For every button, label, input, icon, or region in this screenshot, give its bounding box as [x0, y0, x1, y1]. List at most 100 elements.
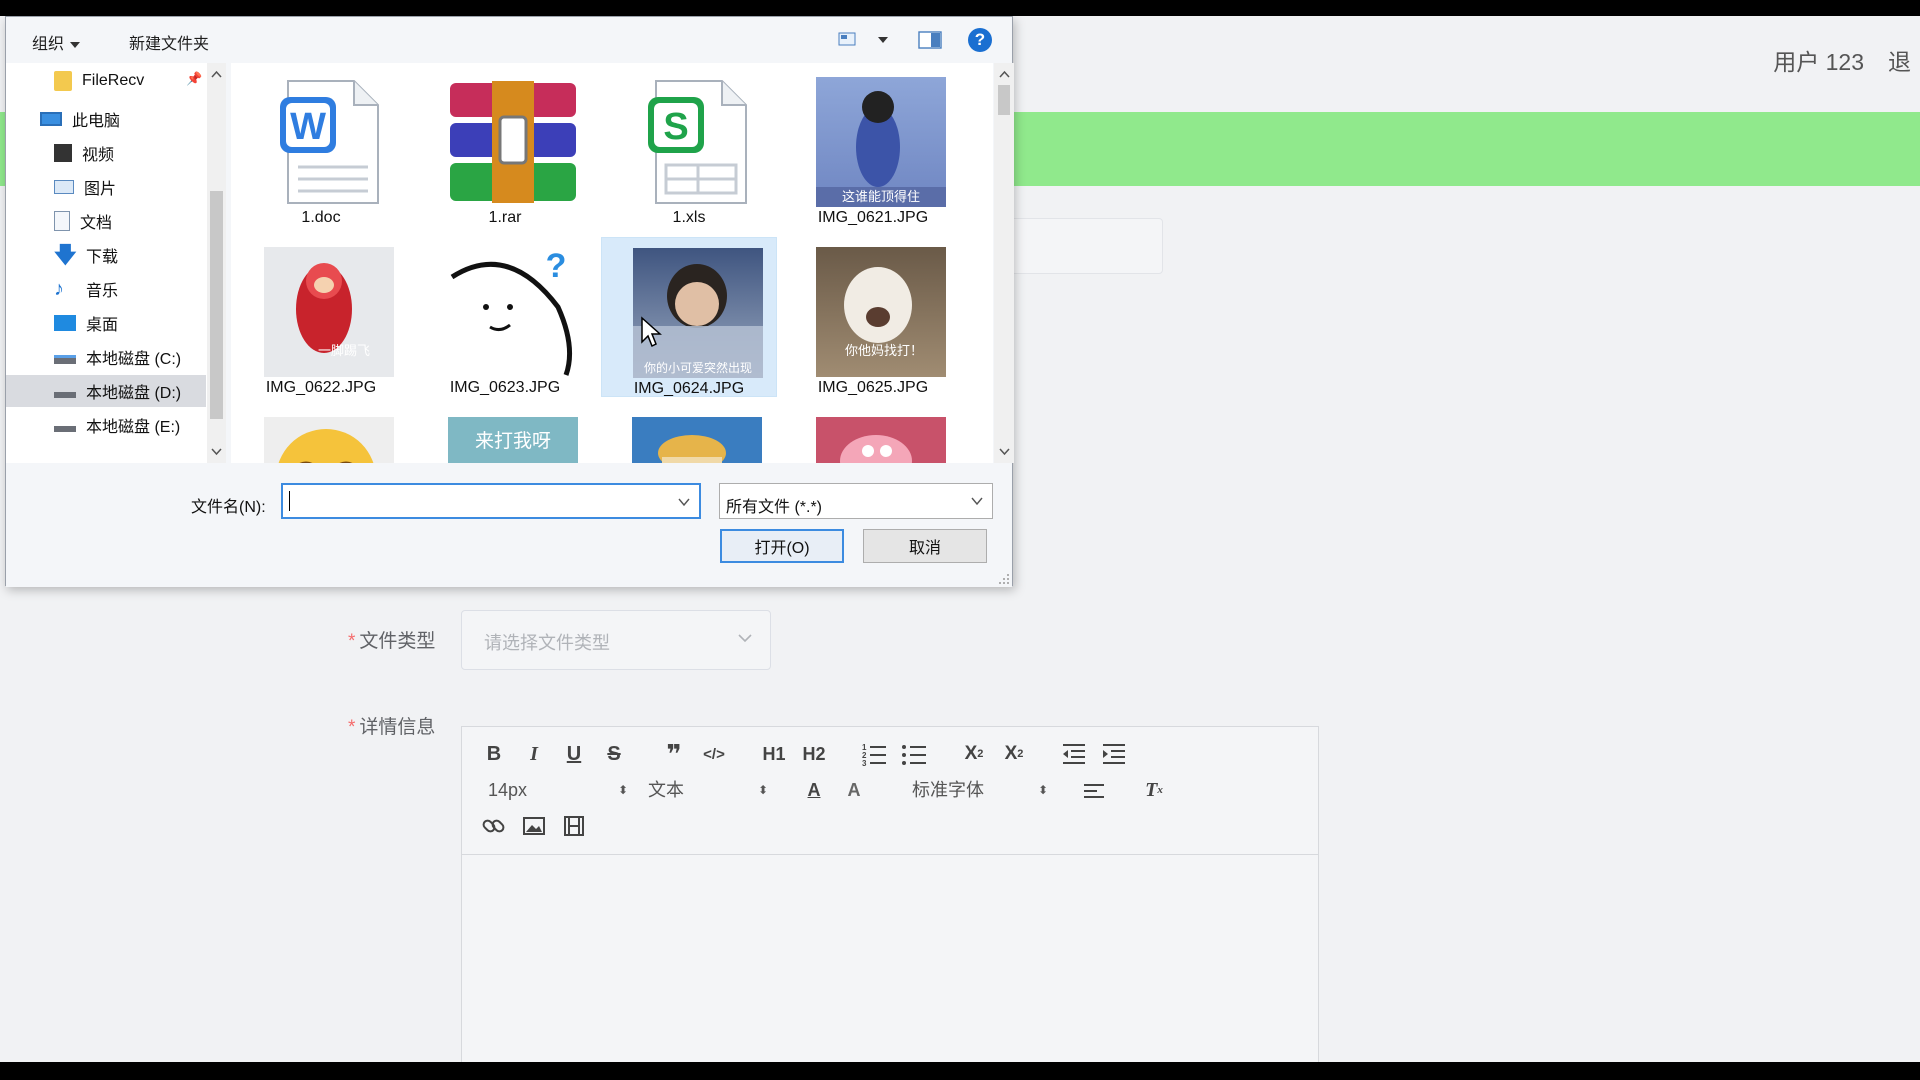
file-type-label: * 文件类型 — [348, 631, 436, 652]
file-name: 1.xls — [672, 209, 706, 226]
block-format-select[interactable]: 文本 ⬍ — [648, 775, 768, 805]
nav-item-videos[interactable]: 视频 — [6, 137, 206, 169]
indent-icon[interactable] — [1099, 739, 1129, 769]
image-thumbnail: 你的小可爱突然出现 — [633, 248, 763, 378]
nav-item-drive-c[interactable]: 本地磁盘 (C:) — [6, 341, 206, 373]
scroll-up-icon[interactable] — [210, 69, 223, 79]
file-item-selected[interactable]: 你的小可爱突然出现 IMG_0624.JPG — [601, 237, 777, 397]
file-item[interactable]: W 1.doc — [233, 67, 409, 227]
nav-item-drive-e[interactable]: 本地磁盘 (E:) — [6, 409, 206, 441]
open-button[interactable]: 打开(O) — [720, 529, 844, 563]
file-type-select[interactable]: 请选择文件类型 — [461, 610, 771, 670]
file-item[interactable] — [601, 407, 777, 463]
image-thumbnail: 你他妈找打！ — [816, 247, 946, 377]
chevron-down-icon — [738, 634, 752, 643]
files-scroll-thumb[interactable] — [998, 85, 1010, 115]
user-name[interactable]: 用户 123 — [1773, 43, 1864, 77]
pin-icon[interactable]: 📌 — [186, 71, 202, 87]
filetype-select[interactable]: 所有文件 (*.*) — [719, 483, 993, 519]
heading1-button[interactable]: H1 — [759, 739, 789, 769]
file-name: IMG_0621.JPG — [817, 209, 929, 226]
file-item[interactable] — [785, 407, 961, 463]
editor-content[interactable]: 专业能说优做 — [814, 1047, 1150, 1062]
rich-text-editor[interactable]: B I U S ❞ </> H1 H2 123 X2 X2 14px ⬍ 文本 ⬍ … — [461, 726, 1319, 1062]
organize-menu[interactable]: 组织 — [32, 30, 81, 54]
image-thumbnail: 来打我呀 — [448, 417, 578, 463]
file-item[interactable]: 1.rar — [417, 67, 593, 227]
font-family-select[interactable]: 标准字体 ⬍ — [912, 775, 1052, 805]
nav-scrollbar[interactable] — [207, 63, 226, 463]
detail-label: * 详情信息 — [348, 717, 436, 738]
subscript-button[interactable]: X2 — [959, 739, 989, 769]
blockquote-icon[interactable]: ❞ — [659, 739, 689, 769]
svg-text:这谁能顶得住: 这谁能顶得住 — [842, 189, 920, 205]
file-item[interactable]: ? IMG_0623.JPG — [417, 237, 593, 397]
nav-item-pictures[interactable]: 图片 — [6, 171, 206, 203]
file-item[interactable]: S 1.xls — [601, 67, 777, 227]
clear-format-button[interactable]: Tx — [1139, 775, 1169, 805]
title-input[interactable] — [1000, 218, 1163, 274]
cancel-button[interactable]: 取消 — [863, 529, 987, 563]
drive-icon — [54, 350, 76, 364]
help-icon[interactable]: ? — [968, 28, 992, 52]
resize-grip-icon[interactable] — [998, 573, 1010, 585]
nav-item-drive-d[interactable]: 本地磁盘 (D:) — [6, 375, 206, 407]
font-size-select[interactable]: 14px ⬍ — [488, 775, 628, 805]
rar-archive-icon — [448, 77, 578, 207]
dialog-bottom-bar: 文件名(N): 所有文件 (*.*) 打开(O) 取消 — [6, 463, 1012, 587]
chevron-down-icon — [971, 497, 983, 506]
bold-button[interactable]: B — [479, 739, 509, 769]
video-icon[interactable] — [559, 811, 589, 841]
excel-file-icon: S — [632, 77, 762, 207]
image-thumbnail: ? — [448, 247, 578, 377]
outdent-icon[interactable] — [1059, 739, 1089, 769]
logout-link[interactable]: 退 — [1888, 43, 1920, 77]
file-open-dialog: 组织 新建文件夹 ? FileRecv 📌 此电脑 视频 图片 文档 🡇 下载 … — [5, 16, 1014, 587]
superscript-button[interactable]: X2 — [999, 739, 1029, 769]
italic-button[interactable]: I — [519, 739, 549, 769]
video-icon — [54, 144, 72, 162]
svg-text:?: ? — [546, 247, 567, 285]
pictures-icon — [54, 180, 74, 194]
underline-button[interactable]: U — [559, 739, 589, 769]
view-dropdown-icon[interactable] — [878, 37, 888, 43]
bullet-list-icon[interactable] — [899, 739, 929, 769]
new-folder-button[interactable]: 新建文件夹 — [129, 30, 209, 54]
code-icon[interactable]: </> — [699, 739, 729, 769]
scroll-down-icon[interactable] — [210, 447, 223, 457]
text-cursor — [289, 491, 290, 511]
image-icon[interactable] — [519, 811, 549, 841]
nav-scroll-thumb[interactable] — [210, 191, 223, 419]
image-thumbnail — [632, 417, 762, 463]
music-icon: ♪ — [54, 278, 64, 300]
files-scrollbar[interactable] — [994, 63, 1014, 463]
nav-item-filerecv[interactable]: FileRecv 📌 — [6, 65, 206, 97]
link-icon[interactable] — [479, 811, 509, 841]
nav-item-music[interactable]: ♪ 音乐 — [6, 273, 206, 305]
ordered-list-icon[interactable]: 123 — [859, 739, 889, 769]
file-item[interactable]: 这谁能顶得住 IMG_0621.JPG — [785, 67, 961, 227]
view-options-icon[interactable] — [838, 31, 858, 47]
nav-item-downloads[interactable]: 🡇 下载 — [6, 239, 206, 271]
scroll-down-icon[interactable] — [998, 447, 1011, 457]
download-icon: 🡇 — [54, 242, 77, 267]
scroll-up-icon[interactable] — [998, 69, 1011, 79]
nav-item-desktop[interactable]: 桌面 — [6, 307, 206, 339]
nav-item-this-pc[interactable]: 此电脑 — [6, 103, 206, 135]
align-icon[interactable] — [1079, 775, 1109, 805]
nav-item-documents[interactable]: 文档 — [6, 205, 206, 237]
heading2-button[interactable]: H2 — [799, 739, 829, 769]
file-item[interactable]: 一脚踢飞 IMG_0622.JPG — [233, 237, 409, 397]
preview-pane-icon[interactable] — [918, 31, 942, 49]
filename-input[interactable] — [281, 483, 701, 519]
file-item[interactable]: 来打我呀 — [417, 407, 593, 463]
background-color-button[interactable]: A — [839, 775, 869, 805]
svg-text:3: 3 — [862, 759, 867, 768]
strikethrough-button[interactable]: S — [599, 739, 629, 769]
font-color-button[interactable]: A — [799, 775, 829, 805]
file-item[interactable]: 你他妈找打！ IMG_0625.JPG — [785, 237, 961, 397]
chevron-down-icon[interactable] — [677, 495, 691, 509]
drive-icon — [54, 418, 76, 432]
svg-text:S: S — [663, 106, 688, 148]
file-item[interactable] — [233, 407, 409, 463]
